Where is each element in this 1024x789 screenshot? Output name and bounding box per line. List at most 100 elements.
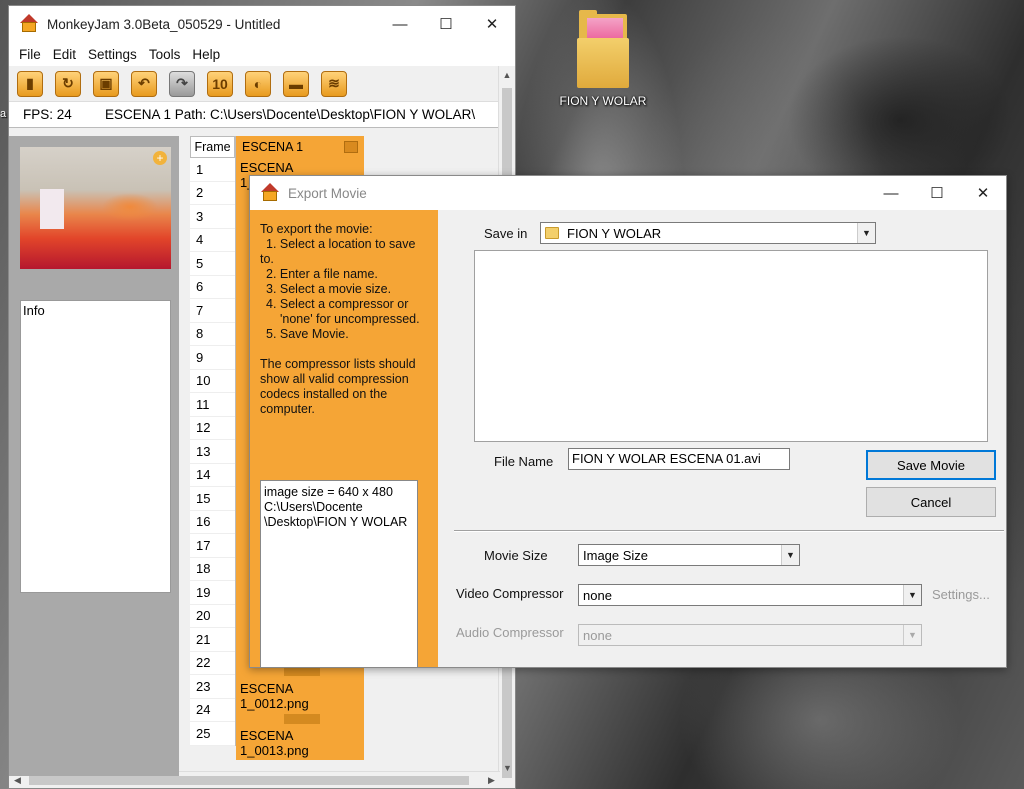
frame-number[interactable]: 25 bbox=[190, 722, 235, 746]
preview-house-shape bbox=[40, 189, 64, 229]
chevron-down-icon[interactable]: ▼ bbox=[903, 585, 921, 605]
capture-icon[interactable]: ◐ bbox=[245, 70, 271, 97]
save-in-value: FION Y WOLAR bbox=[567, 225, 662, 241]
frame-number[interactable]: 17 bbox=[190, 534, 235, 558]
frame-number[interactable]: 10 bbox=[190, 370, 235, 393]
export-app-icon bbox=[260, 183, 282, 203]
menu-edit[interactable]: Edit bbox=[47, 47, 82, 62]
menu-settings[interactable]: Settings bbox=[82, 47, 143, 62]
instruction-step: 'none' for uncompressed. bbox=[280, 312, 420, 326]
frame-number[interactable]: 7 bbox=[190, 299, 235, 323]
monkeyjam-app-icon bbox=[19, 14, 41, 34]
instructions-panel: To export the movie: 1. Select a locatio… bbox=[250, 210, 438, 668]
frame-number[interactable]: 4 bbox=[190, 229, 235, 252]
frame-number[interactable]: 18 bbox=[190, 558, 235, 581]
audio-compressor-label: Audio Compressor bbox=[456, 625, 564, 640]
close-button[interactable]: ✕ bbox=[469, 6, 515, 42]
menu-help[interactable]: Help bbox=[186, 47, 226, 62]
camera-icon[interactable]: ▬ bbox=[283, 70, 309, 97]
image-path-line: C:\Users\Docente bbox=[264, 500, 363, 514]
frame-number[interactable]: 20 bbox=[190, 605, 235, 628]
frame-number[interactable]: 19 bbox=[190, 581, 235, 605]
save-movie-button[interactable]: Save Movie bbox=[866, 450, 996, 480]
movie-size-dropdown[interactable]: Image Size ▼ bbox=[578, 544, 800, 566]
frame-number[interactable]: 21 bbox=[190, 628, 235, 652]
add-icon[interactable]: + bbox=[153, 151, 167, 165]
save-in-label: Save in bbox=[484, 226, 528, 241]
frame-column-header[interactable]: Frame bbox=[190, 136, 235, 158]
frame-number[interactable]: 9 bbox=[190, 346, 235, 370]
scene-color-swatch[interactable] bbox=[344, 141, 358, 153]
compressor-note: The compressor lists should show all val… bbox=[260, 357, 416, 416]
scene-cell[interactable]: ESCENA 1_0013.png bbox=[236, 728, 364, 758]
maximize-button[interactable]: ☐ bbox=[423, 6, 469, 42]
open-icon[interactable]: ↻ bbox=[55, 70, 81, 97]
frame-number[interactable]: 6 bbox=[190, 276, 235, 299]
audio-compressor-dropdown[interactable]: none ▼ bbox=[578, 624, 922, 646]
undo-icon[interactable]: ↶ bbox=[131, 70, 157, 97]
frame-number[interactable]: 14 bbox=[190, 464, 235, 487]
scene-hold-bar[interactable] bbox=[236, 704, 364, 726]
video-compressor-label: Video Compressor bbox=[456, 586, 564, 601]
frame-number[interactable]: 2 bbox=[190, 182, 235, 205]
instruction-step: 5. Save Movie. bbox=[266, 327, 349, 341]
info-label: Info bbox=[23, 303, 45, 318]
frame-number[interactable]: 16 bbox=[190, 511, 235, 534]
export-options-pane: Save in FION Y WOLAR ▼ File Name FION Y … bbox=[438, 210, 1006, 667]
save-icon[interactable]: ▣ bbox=[93, 70, 119, 97]
folder-icon bbox=[575, 8, 631, 88]
minimize-button[interactable]: — bbox=[377, 6, 423, 42]
desktop-edge-text: a bbox=[0, 108, 7, 120]
export-minimize-button[interactable]: — bbox=[868, 176, 914, 210]
frame-number[interactable]: 12 bbox=[190, 417, 235, 440]
chevron-down-icon[interactable]: ▼ bbox=[857, 223, 875, 243]
instruction-step: 1. Select a location to save bbox=[266, 237, 416, 251]
export-icon[interactable]: ≋ bbox=[321, 70, 347, 97]
movie-size-value: Image Size bbox=[583, 547, 649, 563]
frame-preview-image[interactable]: + bbox=[20, 147, 171, 269]
folder-icon bbox=[545, 227, 559, 239]
file-name-input[interactable]: FION Y WOLAR ESCENA 01.avi bbox=[568, 448, 790, 470]
redo-icon[interactable]: ↷ bbox=[169, 70, 195, 97]
scene-column-header[interactable]: ESCENA 1 bbox=[236, 136, 364, 158]
scroll-up-icon[interactable]: ▲ bbox=[499, 66, 515, 83]
chevron-down-icon[interactable]: ▼ bbox=[903, 625, 921, 645]
scroll-down-icon[interactable]: ▼ bbox=[499, 759, 516, 776]
frame-number[interactable]: 23 bbox=[190, 675, 235, 699]
frame-column: Frame 1 2 3 4 5 6 7 8 9 10 11 12 13 14 15 16 17 18 19 20 21 2… bbox=[190, 136, 236, 746]
main-title-bar[interactable]: MonkeyJam 3.0Beta_050529 - Untitled — ☐ … bbox=[9, 6, 515, 42]
export-dialog-title: Export Movie bbox=[288, 185, 367, 201]
frame-number[interactable]: 13 bbox=[190, 440, 235, 464]
file-name-label: File Name bbox=[494, 454, 554, 469]
frame-number[interactable]: 22 bbox=[190, 652, 235, 675]
scene-header-label: ESCENA 1 bbox=[242, 140, 304, 154]
scroll-right-icon[interactable]: ▶ bbox=[483, 772, 500, 789]
export-title-bar[interactable]: Export Movie — ☐ ✕ bbox=[250, 176, 1006, 210]
frame-number[interactable]: 5 bbox=[190, 252, 235, 276]
main-window-title: MonkeyJam 3.0Beta_050529 - Untitled bbox=[47, 16, 281, 32]
chevron-down-icon[interactable]: ▼ bbox=[781, 545, 799, 565]
menu-tools[interactable]: Tools bbox=[143, 47, 187, 62]
frame-number[interactable]: 11 bbox=[190, 393, 235, 417]
movie-size-label: Movie Size bbox=[484, 548, 548, 563]
frame-number[interactable]: 24 bbox=[190, 699, 235, 722]
frame-number[interactable]: 15 bbox=[190, 487, 235, 511]
export-close-button[interactable]: ✕ bbox=[960, 176, 1006, 210]
frame-number[interactable]: 1 bbox=[190, 158, 235, 182]
save-in-dropdown[interactable]: FION Y WOLAR ▼ bbox=[540, 222, 876, 244]
file-list[interactable] bbox=[474, 250, 988, 442]
desktop-folder-fion-y-wolar[interactable]: FION Y WOLAR bbox=[548, 8, 658, 108]
video-compressor-dropdown[interactable]: none ▼ bbox=[578, 584, 922, 606]
instruction-step: to. bbox=[260, 252, 274, 266]
compressor-settings-button[interactable]: Settings... bbox=[932, 587, 990, 602]
export-maximize-button[interactable]: ☐ bbox=[914, 176, 960, 210]
frame-number[interactable]: 8 bbox=[190, 323, 235, 346]
separator bbox=[454, 530, 1004, 532]
ten-icon[interactable]: 10 bbox=[207, 70, 233, 97]
new-icon[interactable]: ▮ bbox=[17, 70, 43, 97]
hscroll-thumb[interactable] bbox=[29, 776, 469, 785]
frame-number[interactable]: 3 bbox=[190, 205, 235, 229]
menu-file[interactable]: File bbox=[13, 47, 47, 62]
scene-path-label: ESCENA 1 Path: C:\Users\Docente\Desktop\… bbox=[105, 107, 476, 122]
cancel-button[interactable]: Cancel bbox=[866, 487, 996, 517]
